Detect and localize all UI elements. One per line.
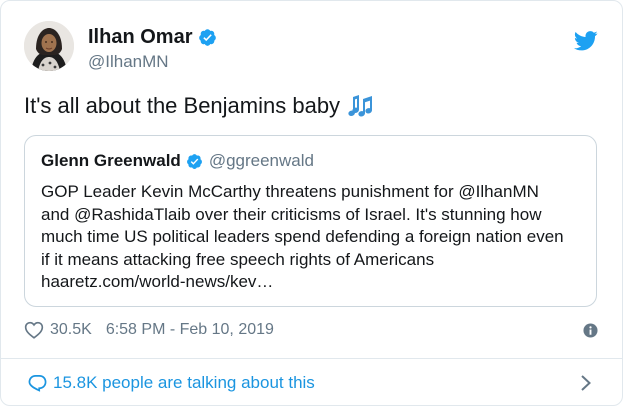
author-name[interactable]: Ilhan Omar xyxy=(88,26,192,49)
conversation-text[interactable]: 15.8K people are talking about this xyxy=(53,373,315,393)
quoted-tweet-text: GOP Leader Kevin McCarthy threatens puni… xyxy=(41,181,586,294)
author-handle[interactable]: @IlhanMN xyxy=(88,52,169,72)
divider xyxy=(1,358,622,359)
quoted-text-line: if it means attacking free speech rights… xyxy=(41,249,435,269)
musical-notes-emoji-icon xyxy=(348,95,373,117)
quoted-verified-badge-icon xyxy=(186,153,202,169)
tweet-meta: 30.5K 6:58 PM - Feb 10, 2019 xyxy=(24,321,274,339)
speech-bubble-icon xyxy=(28,375,47,392)
author-name-row[interactable]: Ilhan Omar xyxy=(88,26,217,49)
quoted-author-row: Glenn Greenwald @ggreenwald xyxy=(41,151,314,171)
conversation-link[interactable]: 15.8K people are talking about this xyxy=(28,373,315,393)
quoted-tweet-card[interactable]: Glenn Greenwald @ggreenwald GOP Leader K… xyxy=(24,135,597,307)
info-icon[interactable] xyxy=(583,323,598,338)
quoted-text-link[interactable]: haaretz.com/world-news/kev… xyxy=(41,271,586,294)
tweet-timestamp[interactable]: 6:58 PM - Feb 10, 2019 xyxy=(106,321,274,339)
quoted-author-name: Glenn Greenwald xyxy=(41,151,181,170)
author-avatar[interactable] xyxy=(24,21,74,71)
twitter-bird-icon[interactable] xyxy=(574,31,598,51)
like-count[interactable]: 30.5K xyxy=(50,321,92,339)
chevron-right-icon[interactable] xyxy=(580,374,592,392)
tweet-text: It's all about the Benjamins baby xyxy=(24,93,374,119)
quoted-author-handle: @ggreenwald xyxy=(208,151,314,170)
quoted-text-line: much time US political leaders spend def… xyxy=(41,227,564,247)
tweet-body: It's all about the Benjamins baby xyxy=(24,93,341,118)
quoted-text-line: GOP Leader Kevin McCarthy threatens puni… xyxy=(41,182,539,201)
quoted-text-line: and @RashidaTlaib over their criticisms … xyxy=(41,204,542,224)
heart-icon[interactable] xyxy=(24,321,44,339)
tweet-card: Ilhan Omar @IlhanMN It's all about the B… xyxy=(0,0,623,406)
avatar-image xyxy=(24,21,74,71)
verified-badge-icon xyxy=(199,29,217,46)
